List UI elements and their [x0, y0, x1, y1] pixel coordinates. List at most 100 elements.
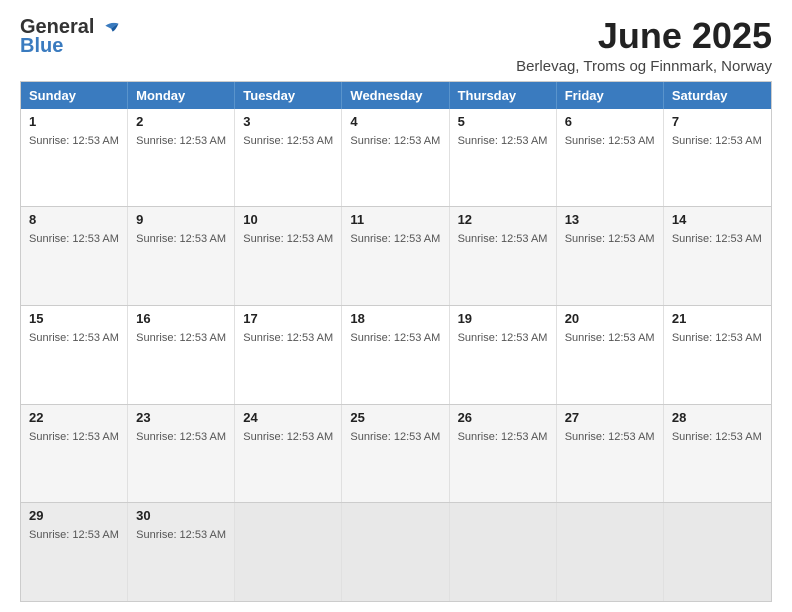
sunrise-text: Sunrise: 12:53 AM	[565, 431, 655, 443]
sunrise-text: Sunrise: 12:53 AM	[136, 233, 226, 245]
header: General Blue June 2025 Berlevag, Troms o…	[20, 16, 772, 75]
calendar-cell: 27 Sunrise: 12:53 AM	[557, 405, 664, 503]
sunrise-text: Sunrise: 12:53 AM	[350, 233, 440, 245]
calendar-cell: 16 Sunrise: 12:53 AM	[128, 306, 235, 404]
calendar-cell: 22Sunrise: 12:53 AM	[21, 405, 128, 503]
calendar-week-4: 22Sunrise: 12:53 AM 23 Sunrise: 12:53 AM 24…	[21, 404, 771, 503]
calendar-cell: 8 Sunrise: 12:53 AM	[21, 207, 128, 305]
calendar-cell: 2 Sunrise: 12:53 AM	[128, 109, 235, 207]
sunrise-text: Sunrise: 12:53 AM	[29, 431, 119, 443]
day-number: 7	[672, 114, 763, 129]
calendar: Sunday Monday Tuesday Wednesday Thursday…	[20, 81, 772, 602]
header-friday: Friday	[557, 82, 664, 109]
calendar-cell: 19 Sunrise: 12:53 AM	[450, 306, 557, 404]
logo-blue-text: Blue	[20, 35, 63, 58]
calendar-week-5: 29 Sunrise: 12:53 AM 30 Sunrise: 12:53 AM	[21, 502, 771, 601]
sunrise-text: Sunrise: 12:53 AM	[136, 135, 226, 147]
day-number: 9	[136, 212, 226, 227]
month-title: June 2025	[516, 16, 772, 56]
location: Berlevag, Troms og Finnmark, Norway	[516, 58, 772, 75]
day-number: 2	[136, 114, 226, 129]
header-monday: Monday	[128, 82, 235, 109]
sunrise-text: Sunrise: 12:53 AM	[243, 233, 333, 245]
calendar-cell: 23 Sunrise: 12:53 AM	[128, 405, 235, 503]
sunrise-text: Sunrise: 12:53 AM	[458, 431, 548, 443]
sunrise-text: Sunrise: 12:53 AM	[565, 332, 655, 344]
sunrise-text: Sunrise: 12:53 AM	[672, 135, 762, 147]
day-number: 1	[29, 114, 119, 129]
day-number: 29	[29, 508, 119, 523]
sunrise-text: Sunrise: 12:53 AM	[458, 332, 548, 344]
sunrise-text: Sunrise: 12:53 AM	[350, 135, 440, 147]
day-number: 16	[136, 311, 226, 326]
calendar-cell: 11Sunrise: 12:53 AM	[342, 207, 449, 305]
day-number: 4	[350, 114, 440, 129]
calendar-cell: 5 Sunrise: 12:53 AM	[450, 109, 557, 207]
day-number: 27	[565, 410, 655, 425]
calendar-cell	[450, 503, 557, 601]
calendar-week-3: 15Sunrise: 12:53 AM16Sunrise: 12:53 AM17…	[21, 305, 771, 404]
sunrise-text: Sunrise: 12:53 AM	[243, 431, 333, 443]
day-number: 15	[29, 311, 119, 326]
logo: General Blue	[20, 16, 120, 58]
sunrise-text: Sunrise: 12:53 AM	[136, 332, 226, 344]
header-saturday: Saturday	[664, 82, 771, 109]
sunrise-text: Sunrise: 12:53 AM	[458, 135, 548, 147]
day-number: 14	[672, 212, 763, 227]
day-number: 12	[458, 212, 548, 227]
day-number: 23	[136, 410, 226, 425]
calendar-cell: 25 Sunrise: 12:53 AM	[342, 405, 449, 503]
calendar-cell: 13 Sunrise: 12:53 AM	[557, 207, 664, 305]
sunrise-text: Sunrise: 12:53 AM	[350, 431, 440, 443]
sunrise-text: Sunrise: 12:53 AM	[136, 431, 226, 443]
calendar-week-1: 1 Sunrise: 12:53 AM 2 Sunrise: 12:53 AM 3 Sun…	[21, 109, 771, 207]
sunrise-text: Sunrise: 12:53 AM	[136, 529, 226, 541]
calendar-cell: 4 Sunrise: 12:53 AM	[342, 109, 449, 207]
calendar-cell	[342, 503, 449, 601]
logo-bird-icon	[98, 19, 120, 37]
sunrise-text: Sunrise: 12:53 AM	[29, 135, 119, 147]
day-number: 18	[350, 311, 440, 326]
calendar-cell: 20 Sunrise: 12:53 AM	[557, 306, 664, 404]
header-sunday: Sunday	[21, 82, 128, 109]
day-number: 8	[29, 212, 119, 227]
day-number: 24	[243, 410, 333, 425]
calendar-cell: 3 Sunrise: 12:53 AM	[235, 109, 342, 207]
page: General Blue June 2025 Berlevag, Troms o…	[0, 0, 792, 612]
calendar-cell	[557, 503, 664, 601]
day-number: 28	[672, 410, 763, 425]
calendar-cell: 21Sunrise: 12:53 AM	[664, 306, 771, 404]
sunrise-text: Sunrise: 12:53 AM	[29, 332, 119, 344]
day-number: 20	[565, 311, 655, 326]
calendar-cell: 7 Sunrise: 12:53 AM	[664, 109, 771, 207]
sunrise-text: Sunrise: 12:53 AM	[672, 431, 762, 443]
sunrise-text: Sunrise: 12:53 AM	[350, 332, 440, 344]
calendar-week-2: 8Sunrise: 12:53 AM9Sunrise: 12:53 AM10Su…	[21, 206, 771, 305]
sunrise-text: Sunrise: 12:53 AM	[565, 233, 655, 245]
sunrise-text: Sunrise: 12:53 AM	[29, 233, 119, 245]
header-thursday: Thursday	[450, 82, 557, 109]
sunrise-text: Sunrise: 12:53 AM	[672, 233, 762, 245]
day-number: 21	[672, 311, 763, 326]
calendar-cell: 28 Sunrise: 12:53 AM	[664, 405, 771, 503]
calendar-cell: 17 Sunrise: 12:53 AM	[235, 306, 342, 404]
calendar-cell: 1 Sunrise: 12:53 AM	[21, 109, 128, 207]
day-number: 3	[243, 114, 333, 129]
day-number: 25	[350, 410, 440, 425]
title-block: June 2025 Berlevag, Troms og Finnmark, N…	[516, 16, 772, 75]
day-number: 30	[136, 508, 226, 523]
calendar-cell	[664, 503, 771, 601]
day-number: 5	[458, 114, 548, 129]
calendar-cell: 29 Sunrise: 12:53 AM	[21, 503, 128, 601]
calendar-body: 1 Sunrise: 12:53 AM 2 Sunrise: 12:53 AM 3 Sun…	[21, 109, 771, 601]
sunrise-text: Sunrise: 12:53 AM	[29, 529, 119, 541]
day-number: 19	[458, 311, 548, 326]
day-number: 6	[565, 114, 655, 129]
sunrise-text: Sunrise: 12:53 AM	[458, 233, 548, 245]
sunrise-text: Sunrise: 12:53 AM	[243, 332, 333, 344]
day-number: 26	[458, 410, 548, 425]
day-number: 17	[243, 311, 333, 326]
sunrise-text: Sunrise: 12:53 AM	[243, 135, 333, 147]
calendar-cell: 18 Sunrise: 12:53 AM	[342, 306, 449, 404]
day-number: 13	[565, 212, 655, 227]
